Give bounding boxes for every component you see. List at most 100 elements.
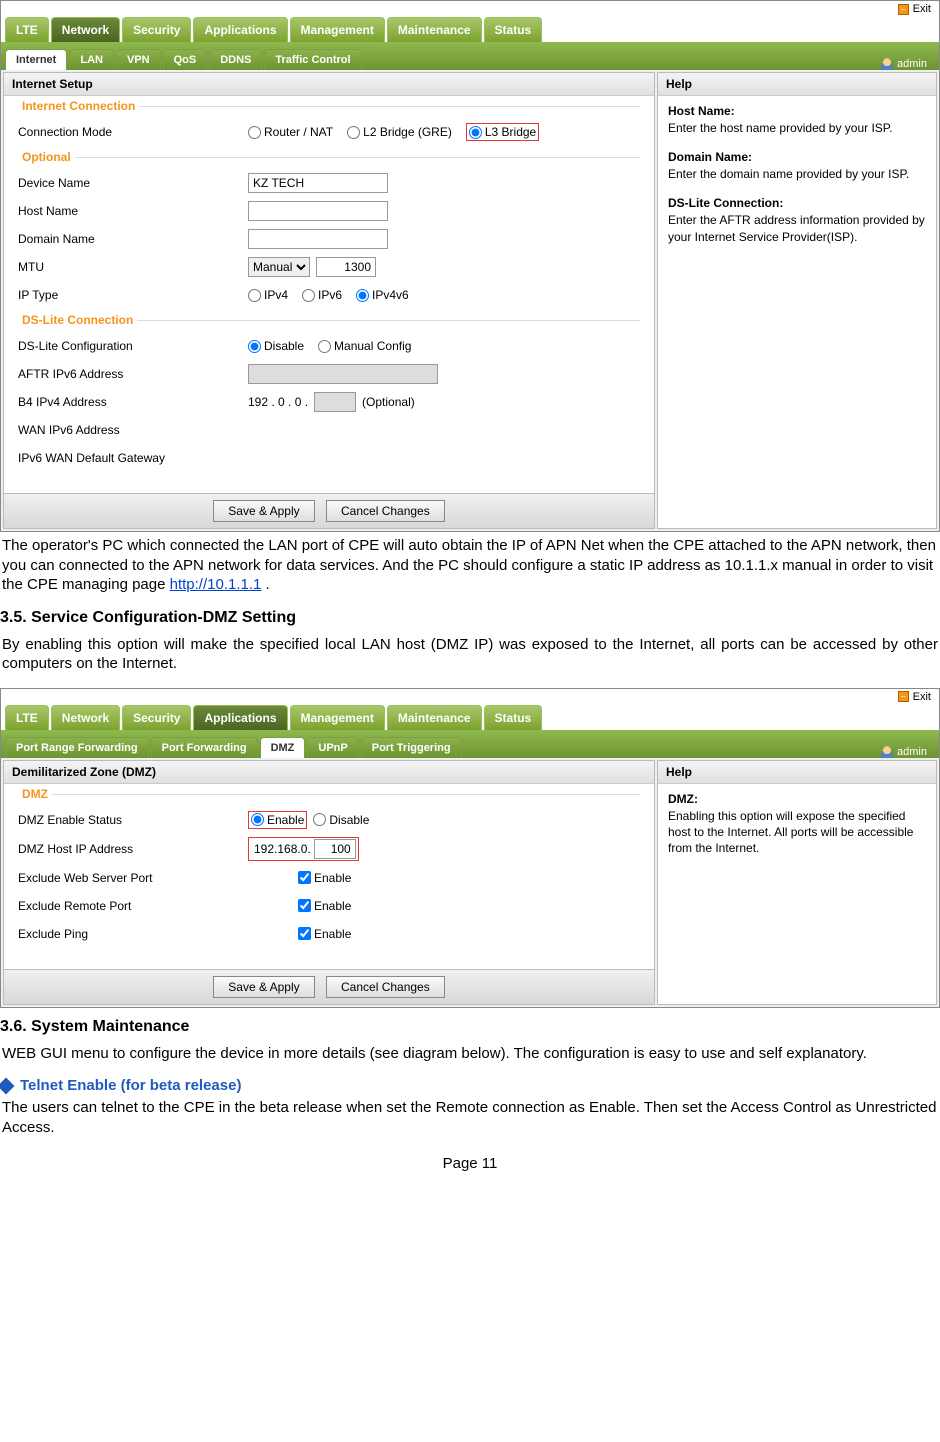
label-domain-name: Domain Name: [18, 232, 248, 246]
radio-dmz-enable[interactable]: Enable: [251, 813, 304, 827]
paragraph-web-gui: WEB GUI menu to configure the device in …: [0, 1044, 940, 1064]
label-aftr: AFTR IPv6 Address: [18, 367, 248, 381]
tab-maintenance[interactable]: Maintenance: [387, 17, 482, 42]
dmz-ip-prefix: 192.168.0.: [251, 842, 314, 856]
input-dmz-ip-octet[interactable]: [314, 839, 356, 859]
label-dmz-ip: DMZ Host IP Address: [18, 842, 248, 856]
label-dslite-config: DS-Lite Configuration: [18, 339, 248, 353]
subtab-qos[interactable]: QoS: [163, 49, 208, 70]
user-name: admin: [897, 58, 927, 70]
exit-label: Exit: [913, 3, 931, 15]
help-panel: Help Host Name: Enter the host name prov…: [657, 72, 937, 529]
check-exclude-web[interactable]: Enable: [298, 871, 351, 885]
subtab2-dmz[interactable]: DMZ: [260, 737, 306, 758]
tab2-applications[interactable]: Applications: [193, 705, 287, 730]
select-mtu-mode[interactable]: Manual: [248, 257, 310, 277]
fieldset-dmz: DMZ DMZ Enable Status Enable Disable: [18, 794, 640, 945]
input-b4-octet: [314, 392, 356, 412]
check-exclude-remote[interactable]: Enable: [298, 899, 351, 913]
tab-applications[interactable]: Applications: [193, 17, 287, 42]
help-host-name: Host Name: Enter the host name provided …: [668, 104, 926, 136]
label-connection-mode: Connection Mode: [18, 125, 248, 139]
input-aftr: [248, 364, 438, 384]
label-mtu: MTU: [18, 260, 248, 274]
cancel-changes-button[interactable]: Cancel Changes: [326, 500, 445, 522]
highlight-l3-bridge: L3 Bridge: [466, 123, 539, 141]
subtab-vpn[interactable]: VPN: [116, 49, 161, 70]
help-domain-name: Domain Name: Enter the domain name provi…: [668, 150, 926, 182]
help-title-2: Help: [658, 761, 936, 784]
radio-dmz-disable[interactable]: Disable: [313, 813, 369, 827]
subtab2-port-forwarding[interactable]: Port Forwarding: [151, 737, 258, 758]
subtab-lan[interactable]: LAN: [69, 49, 114, 70]
radio-ipv4[interactable]: IPv4: [248, 288, 288, 302]
main-tabs: LTE Network Security Applications Manage…: [1, 17, 939, 42]
link-cpe-ip[interactable]: http://10.1.1.1: [170, 576, 262, 593]
user-info-2: admin: [881, 746, 935, 758]
buttons-bar: Save & Apply Cancel Changes: [4, 493, 654, 528]
topbar: Exit: [1, 1, 939, 17]
tab2-management[interactable]: Management: [290, 705, 385, 730]
tab-management[interactable]: Management: [290, 17, 385, 42]
subtab2-port-range[interactable]: Port Range Forwarding: [5, 737, 149, 758]
fieldset-internet-connection: Internet Connection Connection Mode Rout…: [18, 106, 640, 143]
subtab2-upnp[interactable]: UPnP: [307, 737, 358, 758]
exit-link[interactable]: Exit: [898, 3, 931, 15]
exit-link-2[interactable]: Exit: [898, 691, 931, 703]
sub-tab-strip: Internet LAN VPN QoS DDNS Traffic Contro…: [1, 42, 939, 70]
input-domain-name[interactable]: [248, 229, 388, 249]
topbar-2: Exit: [1, 689, 939, 705]
paragraph-telnet: The users can telnet to the CPE in the b…: [0, 1098, 940, 1137]
tab2-maintenance[interactable]: Maintenance: [387, 705, 482, 730]
help-dslite: DS-Lite Connection: Enter the AFTR addre…: [668, 196, 926, 244]
label-device-name: Device Name: [18, 176, 248, 190]
help-dmz-item: DMZ: Enabling this option will expose th…: [668, 792, 926, 857]
legend-dmz: DMZ: [18, 787, 52, 801]
save-apply-button-2[interactable]: Save & Apply: [213, 976, 314, 998]
main-panel: Internet Setup Internet Connection Conne…: [3, 72, 655, 529]
radio-ipv6[interactable]: IPv6: [302, 288, 342, 302]
subtab-internet[interactable]: Internet: [5, 49, 67, 70]
buttons-bar-2: Save & Apply Cancel Changes: [4, 969, 654, 1004]
page-number: Page 11: [0, 1155, 940, 1172]
paragraph-operator-pc: The operator's PC which connected the LA…: [0, 536, 940, 595]
legend-optional: Optional: [18, 150, 75, 164]
highlight-dmz-enable: Enable: [248, 811, 307, 829]
bullet-telnet-enable: Telnet Enable (for beta release): [0, 1077, 940, 1094]
radio-dslite-disable[interactable]: Disable: [248, 339, 304, 353]
tab2-security[interactable]: Security: [122, 705, 191, 730]
fieldset-dslite: DS-Lite Connection DS-Lite Configuration…: [18, 320, 640, 469]
input-device-name[interactable]: [248, 173, 388, 193]
tab2-lte[interactable]: LTE: [5, 705, 49, 730]
radio-router-nat[interactable]: Router / NAT: [248, 125, 333, 139]
radio-dslite-manual[interactable]: Manual Config: [318, 339, 411, 353]
user-icon-2: [881, 746, 893, 758]
subtab-ddns[interactable]: DDNS: [209, 49, 262, 70]
input-host-name[interactable]: [248, 201, 388, 221]
radio-l2-bridge[interactable]: L2 Bridge (GRE): [347, 125, 452, 139]
tab-lte[interactable]: LTE: [5, 17, 49, 42]
tab2-status[interactable]: Status: [484, 705, 543, 730]
heading-3-5: 3.5. Service Configuration-DMZ Setting: [0, 609, 940, 627]
check-exclude-ping[interactable]: Enable: [298, 927, 351, 941]
tab-security[interactable]: Security: [122, 17, 191, 42]
label-dmz-status: DMZ Enable Status: [18, 813, 248, 827]
diamond-icon: [0, 1077, 14, 1094]
fieldset-optional: Optional Device Name Host Name Domain Na…: [18, 157, 640, 306]
tab2-network[interactable]: Network: [51, 705, 120, 730]
tab-network[interactable]: Network: [51, 17, 120, 42]
help-title: Help: [658, 73, 936, 96]
cancel-changes-button-2[interactable]: Cancel Changes: [326, 976, 445, 998]
label-exclude-web: Exclude Web Server Port: [18, 871, 248, 885]
subtab-traffic[interactable]: Traffic Control: [264, 49, 361, 70]
tab-status[interactable]: Status: [484, 17, 543, 42]
subtab2-port-triggering[interactable]: Port Triggering: [361, 737, 462, 758]
help-panel-2: Help DMZ: Enabling this option will expo…: [657, 760, 937, 1005]
panel-title-2: Demilitarized Zone (DMZ): [4, 761, 654, 784]
radio-ipv4v6[interactable]: IPv4v6: [356, 288, 409, 302]
save-apply-button[interactable]: Save & Apply: [213, 500, 314, 522]
panel-title: Internet Setup: [4, 73, 654, 96]
input-mtu-value[interactable]: [316, 257, 376, 277]
radio-l3-bridge[interactable]: L3 Bridge: [469, 125, 536, 139]
label-exclude-ping: Exclude Ping: [18, 927, 248, 941]
